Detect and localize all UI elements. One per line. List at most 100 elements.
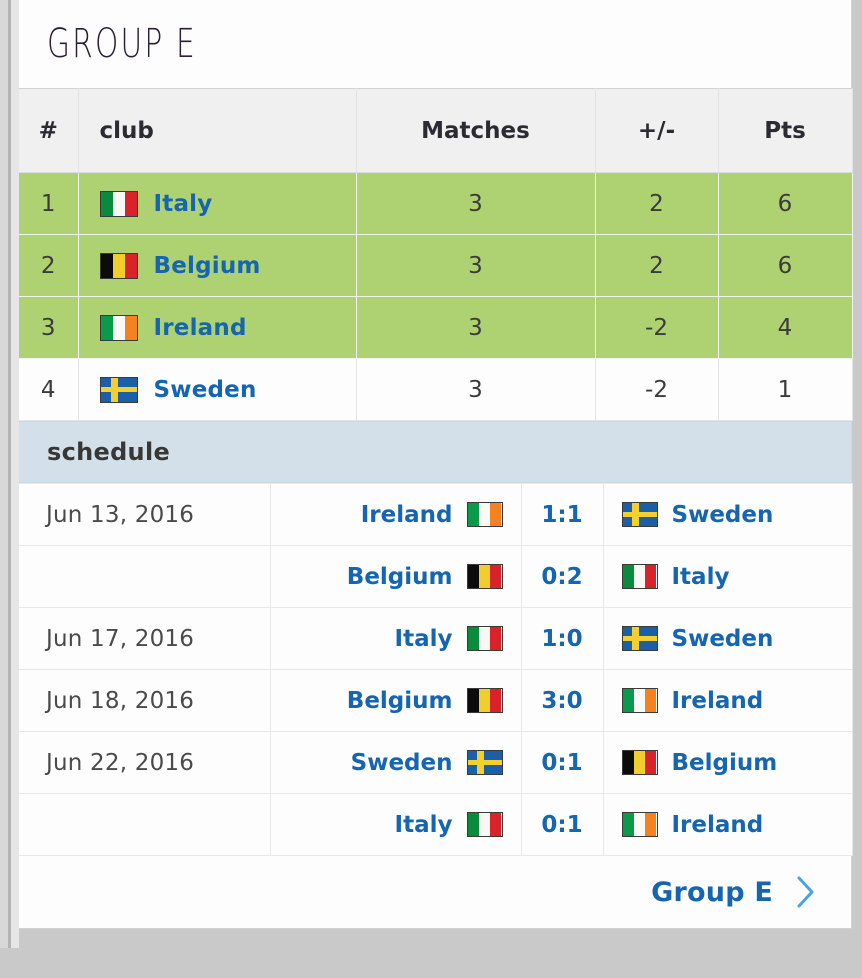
standings-goal-diff: -2 xyxy=(595,358,719,421)
match-home-name[interactable]: Italy xyxy=(395,812,453,838)
match-home-name[interactable]: Sweden xyxy=(351,750,453,776)
belgium-flag xyxy=(621,750,658,775)
match-away-name[interactable]: Belgium xyxy=(672,750,778,776)
standings-matches: 3 xyxy=(356,172,596,235)
standings-header-row: # club Matches +/- Pts xyxy=(19,88,853,173)
match-away-cell[interactable]: Sweden xyxy=(603,607,853,670)
standings-rank: 4 xyxy=(19,358,79,421)
table-row[interactable]: Jun 17, 2016 Italy 1:0 Sweden xyxy=(19,607,853,670)
standings-club-name[interactable]: Sweden xyxy=(154,377,257,403)
match-date: Jun 18, 2016 xyxy=(19,669,271,732)
standings-matches: 3 xyxy=(356,234,596,297)
chevron-right-icon[interactable] xyxy=(795,875,817,909)
standings-goal-diff: -2 xyxy=(595,296,719,359)
match-score[interactable]: 0:1 xyxy=(521,793,604,856)
match-home-name[interactable]: Belgium xyxy=(347,688,453,714)
standings-matches: 3 xyxy=(356,358,596,421)
match-home-cell[interactable]: Italy xyxy=(270,793,522,856)
table-row[interactable]: Jun 18, 2016 Belgium 3:0 Ireland xyxy=(19,669,853,732)
match-home-cell[interactable]: Belgium xyxy=(270,669,522,732)
match-away-cell[interactable]: Belgium xyxy=(603,731,853,794)
table-row[interactable]: Italy 0:1 Ireland xyxy=(19,793,853,856)
match-home-cell[interactable]: Sweden xyxy=(270,731,522,794)
match-date: Jun 17, 2016 xyxy=(19,607,271,670)
match-home-cell[interactable]: Belgium xyxy=(270,545,522,608)
match-away-name[interactable]: Italy xyxy=(672,564,730,590)
group-detail-link[interactable]: Group E xyxy=(651,877,773,908)
column-header-rank: # xyxy=(19,88,79,173)
ireland-flag xyxy=(99,314,138,341)
standings-goal-diff: 2 xyxy=(595,172,719,235)
page-left-gutter xyxy=(0,0,8,948)
match-date: Jun 13, 2016 xyxy=(19,483,271,546)
match-away-cell[interactable]: Sweden xyxy=(603,483,853,546)
standings-table: # club Matches +/- Pts 1 Italy 3 2 6 2 B… xyxy=(19,88,853,421)
match-score[interactable]: 1:0 xyxy=(521,607,604,670)
match-score[interactable]: 1:1 xyxy=(521,483,604,546)
match-home-cell[interactable]: Italy xyxy=(270,607,522,670)
belgium-flag xyxy=(466,564,503,589)
sweden-flag xyxy=(466,750,503,775)
ireland-flag xyxy=(621,812,658,837)
standings-points: 6 xyxy=(718,234,853,297)
match-score[interactable]: 0:1 xyxy=(521,731,604,794)
page-bottom-area xyxy=(0,948,862,978)
page-title: Group E xyxy=(47,21,197,67)
standings-club-name[interactable]: Italy xyxy=(154,191,213,217)
match-date xyxy=(19,545,271,608)
column-header-club: club xyxy=(78,88,357,173)
match-home-cell[interactable]: Ireland xyxy=(270,483,522,546)
standings-rank: 2 xyxy=(19,234,79,297)
match-away-name[interactable]: Sweden xyxy=(672,502,774,528)
standings-points: 6 xyxy=(718,172,853,235)
match-home-name[interactable]: Belgium xyxy=(347,564,453,590)
column-header-matches: Matches xyxy=(356,88,596,173)
schedule-table-body: Jun 13, 2016 Ireland 1:1 Sweden Belgium … xyxy=(19,483,853,856)
table-row[interactable]: 1 Italy 3 2 6 xyxy=(19,172,853,235)
match-home-name[interactable]: Ireland xyxy=(361,502,453,528)
table-row[interactable]: 3 Ireland 3 -2 4 xyxy=(19,296,853,359)
table-row[interactable]: Jun 13, 2016 Ireland 1:1 Sweden xyxy=(19,483,853,546)
table-row[interactable]: Jun 22, 2016 Sweden 0:1 Belgium xyxy=(19,731,853,794)
match-away-name[interactable]: Sweden xyxy=(672,626,774,652)
sweden-flag xyxy=(621,626,658,651)
standings-rank: 1 xyxy=(19,172,79,235)
standings-goal-diff: 2 xyxy=(595,234,719,297)
standings-club-cell[interactable]: Belgium xyxy=(78,234,357,297)
schedule-section-header: schedule xyxy=(19,421,851,483)
match-away-cell[interactable]: Ireland xyxy=(603,793,853,856)
italy-flag xyxy=(621,564,658,589)
schedule-label: schedule xyxy=(47,438,171,466)
table-row[interactable]: 4 Sweden 3 -2 1 xyxy=(19,358,853,421)
card-header: Group E xyxy=(19,0,851,88)
match-away-cell[interactable]: Italy xyxy=(603,545,853,608)
ireland-flag xyxy=(621,688,658,713)
match-score[interactable]: 3:0 xyxy=(521,669,604,732)
belgium-flag xyxy=(466,688,503,713)
standings-club-cell[interactable]: Ireland xyxy=(78,296,357,359)
standings-club-cell[interactable]: Sweden xyxy=(78,358,357,421)
match-away-name[interactable]: Ireland xyxy=(672,812,764,838)
italy-flag xyxy=(466,812,503,837)
standings-points: 1 xyxy=(718,358,853,421)
standings-club-cell[interactable]: Italy xyxy=(78,172,357,235)
table-row[interactable]: 2 Belgium 3 2 6 xyxy=(19,234,853,297)
page-inner-gap xyxy=(11,0,19,948)
column-header-pts: Pts xyxy=(718,88,853,173)
sweden-flag xyxy=(99,376,138,403)
card-footer: Group E xyxy=(19,856,851,928)
standings-club-name[interactable]: Belgium xyxy=(154,253,261,279)
standings-points: 4 xyxy=(718,296,853,359)
ireland-flag xyxy=(466,502,503,527)
standings-rank: 3 xyxy=(19,296,79,359)
match-away-name[interactable]: Ireland xyxy=(672,688,764,714)
standings-table-body: 1 Italy 3 2 6 2 Belgium 3 2 6 3 Ireland … xyxy=(19,172,853,421)
table-row[interactable]: Belgium 0:2 Italy xyxy=(19,545,853,608)
match-score[interactable]: 0:2 xyxy=(521,545,604,608)
belgium-flag xyxy=(99,252,138,279)
standings-table-head: # club Matches +/- Pts xyxy=(19,88,853,173)
italy-flag xyxy=(99,190,138,217)
match-away-cell[interactable]: Ireland xyxy=(603,669,853,732)
match-home-name[interactable]: Italy xyxy=(395,626,453,652)
standings-club-name[interactable]: Ireland xyxy=(154,315,247,341)
